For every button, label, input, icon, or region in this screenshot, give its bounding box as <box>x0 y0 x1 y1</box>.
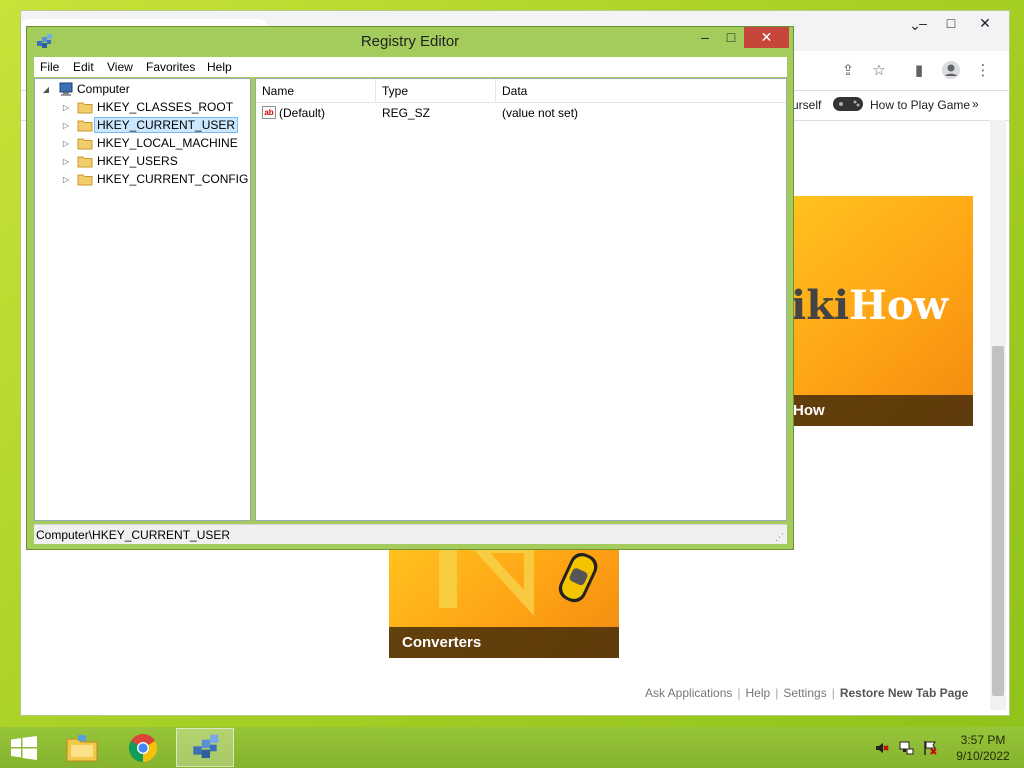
expand-arrow-icon[interactable]: ▷ <box>61 171 71 188</box>
values-list-pane[interactable]: Name Type Data ab (Default) REG_SZ (valu… <box>255 78 787 521</box>
bookmark-star-icon[interactable]: ☆ <box>868 60 890 82</box>
registry-editor-window: Registry Editor – □ ✕ File Edit View Fav… <box>26 26 794 550</box>
tree-label: HKEY_USERS <box>97 154 178 168</box>
menu-bar: File Edit View Favorites Help <box>34 57 787 77</box>
folder-icon <box>77 120 93 132</box>
resize-grip-icon[interactable]: ⋰ <box>775 532 785 542</box>
status-path: Computer\HKEY_CURRENT_USER <box>36 528 231 542</box>
share-icon[interactable]: ⇪ <box>837 60 859 82</box>
tile-caption: How <box>793 395 973 426</box>
taskbar-chrome[interactable] <box>115 728 173 767</box>
folder-icon <box>77 174 93 186</box>
bookmark-item[interactable]: urself <box>792 98 821 112</box>
browser-maximize-button[interactable]: □ <box>939 13 963 33</box>
profile-avatar-icon[interactable] <box>940 60 962 82</box>
value-data: (value not set) <box>502 106 579 120</box>
column-header-name[interactable]: Name <box>256 79 376 103</box>
menu-help[interactable]: Help <box>207 60 232 74</box>
browser-minimize-button[interactable]: – <box>911 13 935 33</box>
string-value-icon: ab <box>262 106 276 119</box>
bookmarks-more-icon[interactable]: » <box>972 97 979 111</box>
restore-new-tab-link[interactable]: Restore New Tab Page <box>840 686 968 700</box>
close-button[interactable]: ✕ <box>744 27 789 48</box>
status-bar: Computer\HKEY_CURRENT_USER ⋰ <box>34 524 787 544</box>
settings-link[interactable]: Settings <box>783 686 826 700</box>
menu-edit[interactable]: Edit <box>73 60 94 74</box>
browser-close-button[interactable]: ✕ <box>973 13 997 33</box>
help-link[interactable]: Help <box>746 686 771 700</box>
footer-separator: | <box>831 686 835 700</box>
action-center-flag-icon[interactable] <box>922 740 938 756</box>
column-header-data[interactable]: Data <box>496 79 786 103</box>
taskbar-file-explorer[interactable] <box>53 728 111 767</box>
menu-favorites[interactable]: Favorites <box>146 60 195 74</box>
value-type: REG_SZ <box>382 106 431 120</box>
expand-arrow-icon[interactable]: ▷ <box>61 135 71 152</box>
expand-arrow-icon[interactable]: ▷ <box>61 99 71 116</box>
browser-scrollbar[interactable] <box>990 120 1006 710</box>
tree-label: HKEY_LOCAL_MACHINE <box>97 136 238 150</box>
menu-view[interactable]: View <box>107 60 133 74</box>
taskbar: 3:57 PM 9/10/2022 <box>0 727 1024 768</box>
folder-icon <box>77 156 93 168</box>
window-title: Registry Editor <box>360 33 460 50</box>
chrome-icon <box>129 734 157 762</box>
tree-label: HKEY_CURRENT_USER <box>93 117 239 133</box>
browser-menu-icon[interactable]: ⋮ <box>972 60 994 82</box>
computer-icon <box>59 82 73 96</box>
expand-arrow-icon[interactable]: ▷ <box>61 153 71 170</box>
new-tab-footer: Ask Applications | Help | Settings | Restore N… <box>645 686 968 700</box>
taskbar-clock[interactable]: 3:57 PM 9/10/2022 <box>952 732 1014 764</box>
column-header-type[interactable]: Type <box>376 79 496 103</box>
value-name: (Default) <box>279 106 326 120</box>
maximize-button[interactable]: □ <box>718 27 744 48</box>
title-bar[interactable]: Registry Editor – □ ✕ <box>27 27 793 55</box>
converters-tile[interactable]: Converters <box>389 548 619 658</box>
tree-label: Computer <box>77 82 130 96</box>
volume-muted-icon[interactable] <box>874 740 890 756</box>
menu-file[interactable]: File <box>40 60 59 74</box>
windows-start-icon[interactable] <box>10 736 38 760</box>
browser-scrollbar-thumb[interactable] <box>992 346 1004 696</box>
clock-date: 9/10/2022 <box>956 749 1010 763</box>
key-tree-pane[interactable]: ◢ Computer ▷ HKEY_CLASSES_ROOT ▷ HKEY_CU… <box>34 78 251 521</box>
ruler-car-illustration <box>439 548 598 616</box>
wikihow-logo: ikiHow <box>793 282 949 329</box>
footer-separator: | <box>737 686 741 700</box>
wikihow-tile[interactable]: ikiHow How <box>793 196 973 426</box>
minimize-button[interactable]: – <box>692 27 718 48</box>
folder-icon <box>77 102 93 114</box>
gamepad-icon <box>832 94 864 117</box>
tile-caption: Converters <box>389 627 619 658</box>
bookmark-item-how-to-play[interactable]: How to Play Game <box>870 98 970 112</box>
file-explorer-icon <box>66 735 98 762</box>
tree-label: HKEY_CURRENT_CONFIG <box>97 172 249 186</box>
network-icon[interactable] <box>898 740 914 756</box>
expand-arrow-icon[interactable]: ▷ <box>61 117 71 134</box>
registry-editor-icon <box>193 734 219 758</box>
taskbar-registry-editor[interactable] <box>176 728 234 767</box>
clock-time: 3:57 PM <box>960 733 1006 747</box>
folder-icon <box>77 138 93 150</box>
ask-applications-link[interactable]: Ask Applications <box>645 686 732 700</box>
side-panel-icon[interactable]: ▮ <box>908 60 930 82</box>
tree-label: HKEY_CLASSES_ROOT <box>97 100 234 114</box>
footer-separator: | <box>775 686 779 700</box>
collapse-arrow-icon[interactable]: ◢ <box>41 81 51 98</box>
